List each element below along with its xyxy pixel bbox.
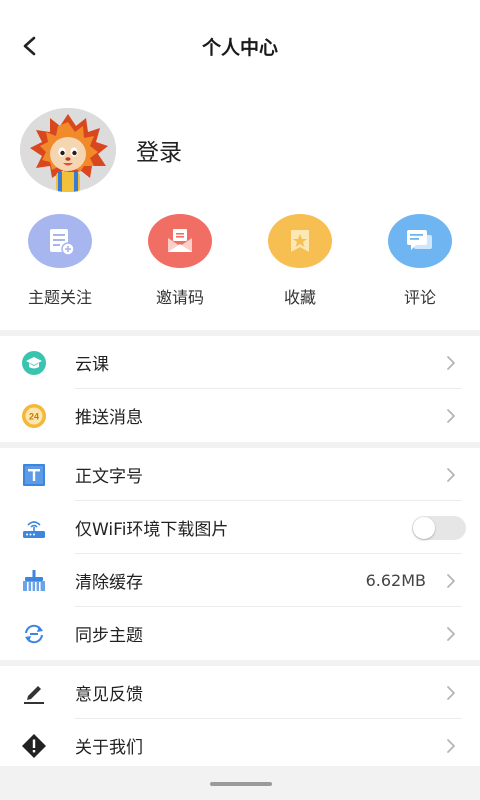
font-size-icon (20, 461, 48, 489)
chevron-right-icon (444, 736, 458, 756)
star-bookmark-icon (268, 214, 332, 268)
wifi-only-toggle[interactable] (412, 515, 466, 540)
comment-icon (388, 214, 452, 268)
quick-action-invite-code[interactable]: 邀请码 (125, 214, 235, 308)
settings-row-font-size[interactable]: 正文字号 (0, 448, 480, 501)
chevron-right-icon (444, 406, 458, 426)
quick-action-comments[interactable]: 评论 (365, 214, 475, 308)
row-label: 同步主题 (75, 626, 143, 646)
topic-follow-icon (28, 214, 92, 268)
row-label: 意见反馈 (75, 685, 143, 705)
top-nav-bar: 个人中心 (0, 0, 480, 92)
chevron-right-icon (444, 353, 458, 373)
quick-action-favorites[interactable]: 收藏 (245, 214, 355, 308)
chevron-right-icon (444, 683, 458, 703)
chevron-right-icon (444, 465, 458, 485)
info-diamond-icon (20, 732, 48, 760)
row-label: 仅WiFi环境下载图片 (75, 520, 229, 540)
cache-size-value: 6.62MB (365, 571, 426, 590)
settings-row-clear-cache[interactable]: 清除缓存 6.62MB (0, 554, 480, 607)
page-title: 个人中心 (201, 37, 278, 59)
chevron-right-icon (444, 571, 458, 591)
graduation-cap-icon (20, 349, 48, 377)
settings-row-about-us[interactable]: 关于我们 (0, 719, 480, 772)
push-24-icon: 24 (20, 402, 48, 430)
broom-icon (20, 567, 48, 595)
row-label: 清除缓存 (75, 573, 143, 593)
settings-row-wifi-only-images: 仅WiFi环境下载图片 (0, 501, 480, 554)
quick-action-label: 收藏 (283, 288, 316, 307)
quick-actions: 主题关注 邀请码 收藏 评论 (0, 214, 480, 314)
login-link[interactable]: 登录 (136, 133, 182, 167)
settings-row-push-messages[interactable]: 24 推送消息 (0, 389, 480, 442)
settings-row-feedback[interactable]: 意见反馈 (0, 666, 480, 719)
settings-row-cloud-course[interactable]: 云课 (0, 336, 480, 389)
toggle-knob (413, 516, 435, 539)
chevron-right-icon (444, 624, 458, 644)
quick-action-topic-follow[interactable]: 主题关注 (5, 214, 115, 308)
pen-feedback-icon (20, 679, 48, 707)
push-badge-text: 24 (29, 411, 39, 421)
quick-action-label: 评论 (403, 288, 436, 307)
invite-mail-icon (148, 214, 212, 268)
row-label: 推送消息 (75, 408, 143, 428)
row-label: 云课 (75, 355, 109, 375)
system-home-bar (0, 766, 480, 800)
row-label: 关于我们 (75, 738, 143, 758)
profile-header[interactable]: 登录 (20, 108, 182, 192)
sync-icon (20, 620, 48, 648)
home-indicator[interactable] (210, 782, 272, 786)
quick-action-label: 主题关注 (27, 288, 92, 307)
lion-mascot-icon (20, 108, 116, 192)
row-label: 正文字号 (75, 467, 143, 487)
avatar[interactable] (20, 108, 116, 192)
settings-row-sync-topics[interactable]: 同步主题 (0, 607, 480, 660)
quick-action-label: 邀请码 (155, 288, 204, 307)
wifi-router-icon (20, 514, 48, 542)
